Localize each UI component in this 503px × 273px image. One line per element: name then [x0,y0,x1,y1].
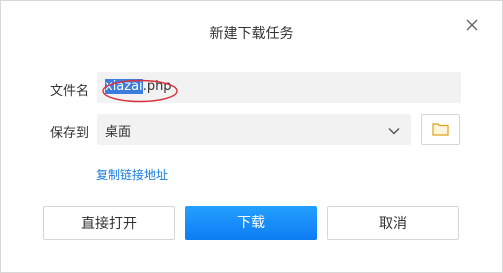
saveto-value: 桌面 [105,125,132,140]
close-button[interactable] [463,16,481,34]
annotation-ellipse [102,79,178,103]
saveto-label: 保存到 [49,126,89,141]
open-directly-button[interactable]: 直接打开 [43,206,175,240]
chevron-down-icon [387,123,401,137]
dialog-title: 新建下载任务 [209,26,294,42]
filename-label: 文件名 [49,84,89,99]
download-button[interactable]: 下载 [185,206,317,240]
cancel-button[interactable]: 取消 [327,206,459,240]
browse-folder-button[interactable] [421,114,460,145]
copy-link-address[interactable]: 复制链接地址 [96,166,168,183]
close-icon [463,16,481,34]
saveto-dropdown[interactable]: 桌面 [97,114,411,145]
new-download-dialog: 新建下载任务 文件名 xiazai.php 保存到 桌面 复制链接地址 直接打开 [0,0,503,273]
